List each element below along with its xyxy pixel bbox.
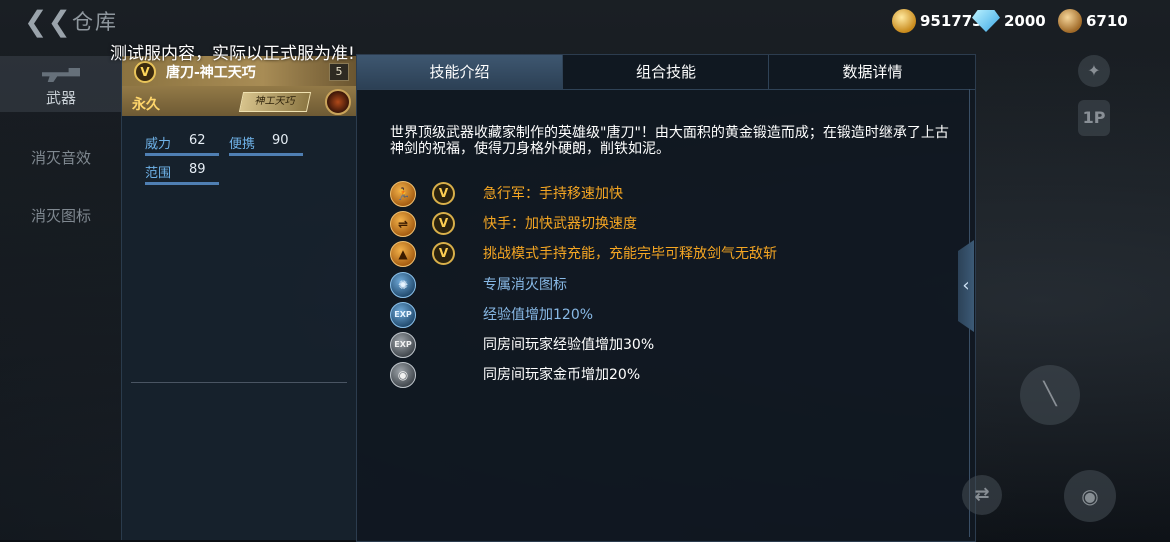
tab-combo-skills[interactable]: 组合技能	[562, 55, 769, 89]
eye-hidden-icon[interactable]: ◉	[1064, 470, 1116, 522]
item-card: V 唐刀-神工天巧 5 永久 神工天巧 威力 62 便携 90 范围 89	[121, 56, 357, 540]
nav-item-kill-sound[interactable]: 消灭音效	[0, 116, 122, 172]
v-rank-icon: V	[134, 61, 156, 83]
stat-value: 62	[189, 133, 206, 148]
room-coin-icon: ◉	[390, 362, 416, 388]
test-server-notice: 测试服内容，实际以正式服为准!	[110, 44, 355, 64]
item-series-tag: 神工天巧	[238, 92, 312, 112]
item-duration: 永久	[132, 97, 160, 113]
page-title: 仓库	[72, 10, 118, 34]
swap-icon[interactable]: ⇄	[962, 475, 1002, 515]
nav-item-label: 消灭图标	[30, 207, 91, 225]
stat-value: 90	[272, 133, 289, 148]
gold-currency[interactable]: 951773	[892, 8, 983, 34]
tab-skill-intro[interactable]: 技能介绍	[357, 55, 562, 89]
skill-text: 专属消灭图标	[483, 277, 567, 293]
stat-bar	[229, 153, 303, 156]
double-chevron-left-icon[interactable]: ❮❮	[24, 8, 71, 36]
diamond-amount: 2000	[1004, 12, 1046, 30]
crosshair-settings-icon[interactable]: ✦	[1078, 55, 1110, 87]
nav-item-weapons[interactable]: 武器	[0, 56, 122, 112]
gold-coin-icon	[892, 9, 916, 33]
v-rank-icon: V	[432, 212, 455, 235]
skill-text: 经验值增加120%	[483, 307, 594, 323]
kill-icon-badge: ✺	[390, 272, 416, 298]
skill-text: 快手：加快武器切换速度	[483, 216, 637, 232]
tab-data-details[interactable]: 数据详情	[768, 55, 976, 89]
skill-content: 世界顶级武器收藏家制作的英雄级"唐刀"！由大面积的黄金锻造而成；在锻造时继承了上…	[357, 89, 970, 537]
stat-power: 威力 62	[145, 133, 227, 156]
skill-text: 同房间玩家金币增加20%	[483, 367, 641, 383]
stat-bar	[145, 153, 219, 156]
collapse-panel-chevron-left-icon[interactable]: ‹	[958, 240, 974, 332]
running-man-icon: 🏃	[390, 181, 416, 207]
detail-panel: 技能介绍 组合技能 数据详情 世界顶级武器收藏家制作的英雄级"唐刀"！由大面积的…	[356, 54, 976, 542]
emblem-icon	[325, 89, 351, 115]
top-bar: ❮❮ 仓库 951773 2000 6710	[0, 0, 1170, 44]
skill-text: 同房间玩家经验值增加30%	[483, 337, 655, 353]
nav-item-label: 消灭音效	[30, 149, 91, 167]
weapon-switch-icon: ⇌	[390, 211, 416, 237]
v-rank-icon: V	[432, 182, 455, 205]
item-level-badge: 5	[329, 63, 349, 81]
nav-item-kill-icon[interactable]: 消灭图标	[0, 174, 122, 230]
item-name: 唐刀-神工天巧	[166, 65, 256, 81]
stat-portability: 便携 90	[229, 133, 309, 156]
v-rank-icon: V	[432, 242, 455, 265]
energy-charge-icon: ▲	[390, 241, 416, 267]
weapon-description: 世界顶级武器收藏家制作的英雄级"唐刀"！由大面积的黄金锻造而成；在锻造时继承了上…	[390, 125, 949, 157]
nav-item-label: 武器	[45, 89, 76, 107]
stat-label: 威力	[145, 137, 172, 152]
item-header: V 唐刀-神工天巧 5 永久 神工天巧	[122, 56, 357, 116]
tab-bar: 技能介绍 组合技能 数据详情	[357, 55, 975, 90]
stat-bar	[145, 182, 219, 185]
diamond-currency[interactable]: 2000	[972, 8, 1046, 34]
room-exp-icon: EXP	[390, 332, 416, 358]
stat-label: 范围	[145, 166, 172, 181]
exp-icon: EXP	[390, 302, 416, 328]
medal-currency[interactable]: 6710	[1058, 8, 1128, 34]
view-toggle-button[interactable]: 1P	[1078, 100, 1110, 136]
gun-icon	[42, 68, 80, 82]
weapon-preview-icon[interactable]: ╲	[1020, 365, 1080, 425]
medal-icon	[1058, 9, 1082, 33]
stat-range: 范围 89	[145, 162, 227, 185]
skill-text: 急行军：手持移速加快	[483, 186, 623, 202]
divider	[131, 382, 347, 383]
skill-text: 挑战模式手持充能，充能完毕可释放剑气无敌斩	[483, 246, 777, 262]
medal-amount: 6710	[1086, 12, 1128, 30]
stat-value: 89	[189, 162, 206, 177]
stat-label: 便携	[229, 137, 256, 152]
diamond-icon	[972, 10, 1000, 32]
